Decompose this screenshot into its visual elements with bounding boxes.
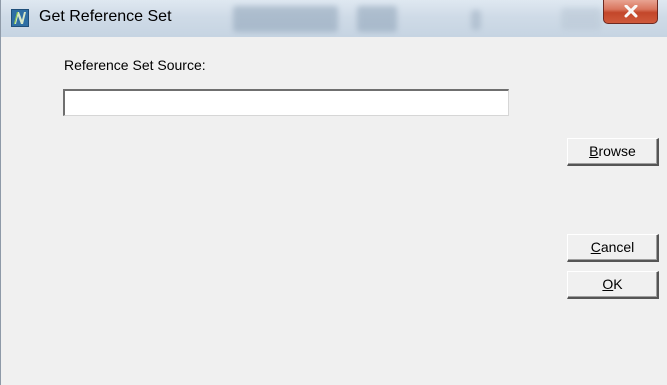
background-blur [471, 10, 481, 30]
reference-set-source-label: Reference Set Source: [64, 57, 206, 73]
browse-button[interactable]: Browse [567, 138, 659, 166]
close-button[interactable] [603, 0, 658, 24]
ok-button[interactable]: OK [567, 271, 659, 299]
dialog-window: Get Reference Set Reference Set Source: … [0, 0, 667, 385]
app-logo-icon [11, 9, 29, 27]
ok-button-label: K [613, 276, 623, 292]
cancel-button-mnemonic: C [590, 239, 601, 255]
background-blur [233, 6, 338, 32]
background-blur [561, 8, 601, 30]
background-blur [357, 6, 397, 32]
reference-set-source-input[interactable] [63, 89, 509, 116]
cancel-button-label: ancel [600, 239, 635, 255]
cancel-button[interactable]: Cancel [567, 234, 659, 262]
window-title: Get Reference Set [39, 8, 172, 25]
dialog-client-area: Reference Set Source: Browse Cancel OK [1, 37, 667, 385]
title-bar[interactable]: Get Reference Set [1, 0, 667, 37]
browse-button-label: rowse [598, 143, 636, 159]
ok-button-mnemonic: O [602, 276, 614, 292]
close-icon [624, 5, 638, 18]
